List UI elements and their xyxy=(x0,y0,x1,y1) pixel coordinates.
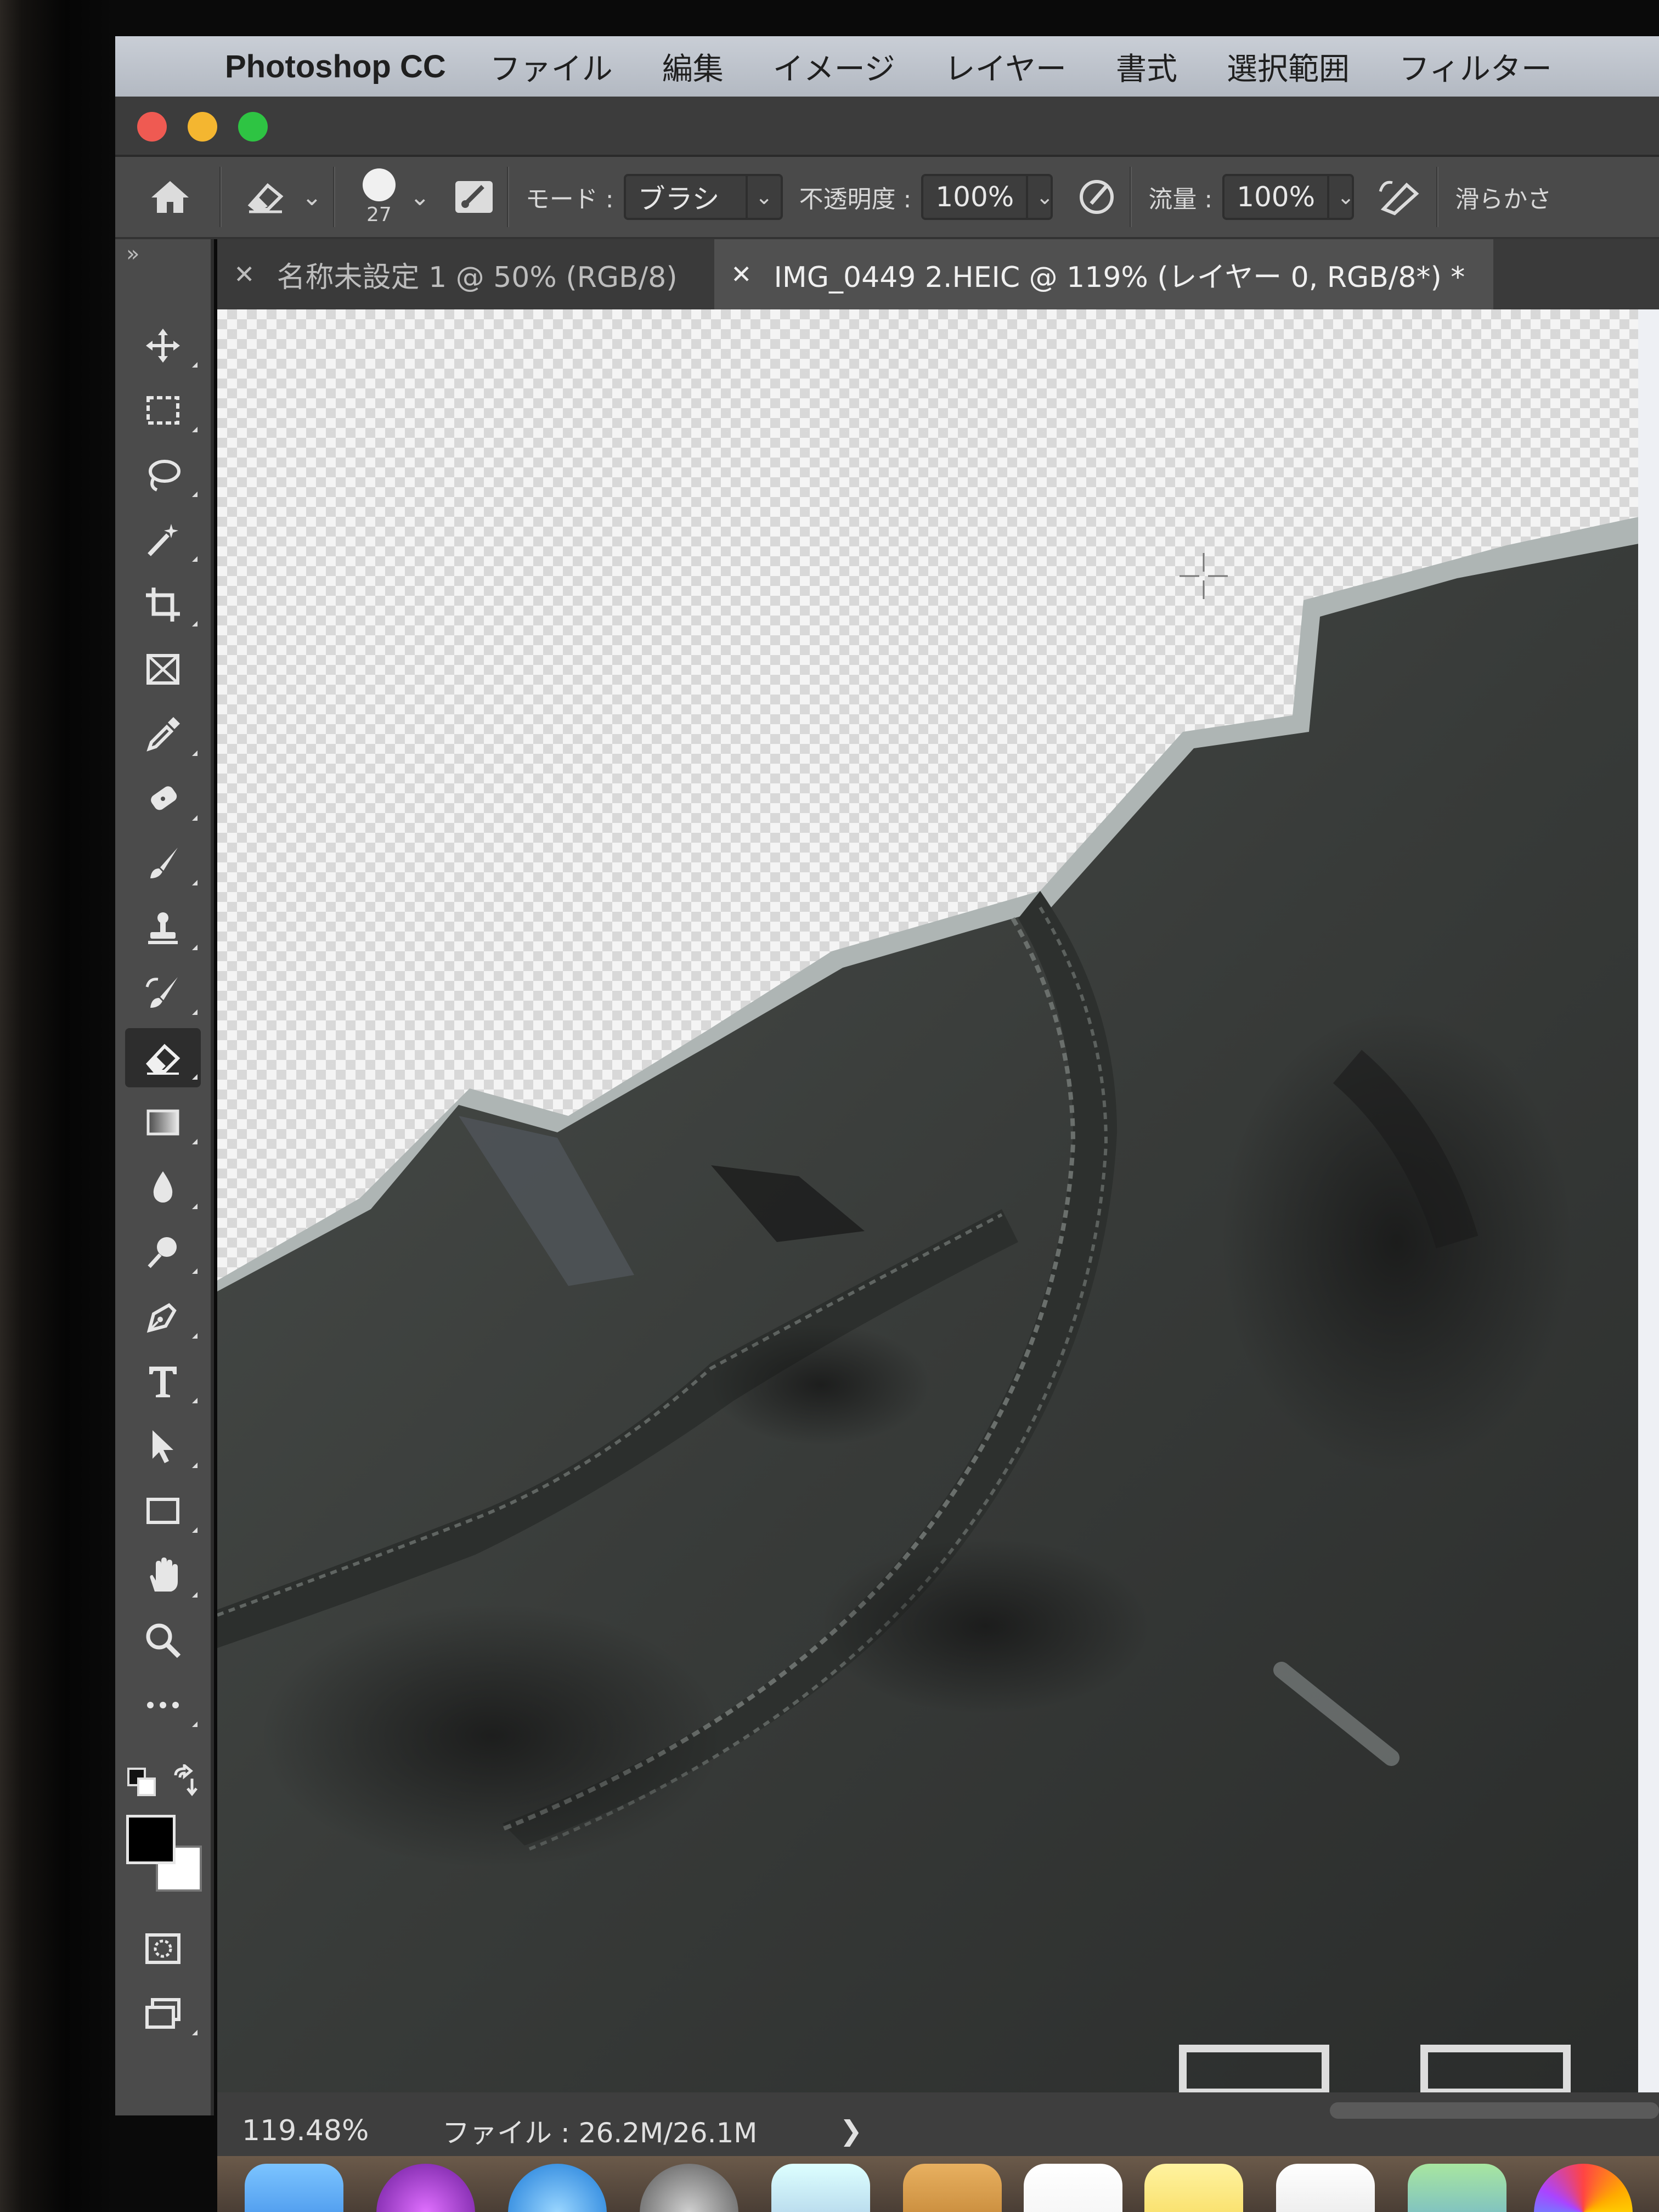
type-tool-icon[interactable] xyxy=(125,1352,201,1411)
zoom-tool-icon[interactable] xyxy=(125,1611,201,1670)
zoom-level[interactable]: 119.48% xyxy=(242,2114,428,2147)
menu-file[interactable]: ファイル xyxy=(490,44,613,89)
horizontal-scrollbar[interactable] xyxy=(1330,2102,1659,2119)
window-minimize-button[interactable] xyxy=(188,112,217,142)
reminders-icon[interactable] xyxy=(1276,2164,1375,2212)
notes-icon[interactable] xyxy=(1144,2164,1243,2212)
panel-collapse-icon[interactable]: » xyxy=(126,241,139,267)
eraser-preset-icon[interactable] xyxy=(244,178,287,216)
default-colors-icon[interactable] xyxy=(126,1767,159,1799)
hand-tool-icon[interactable] xyxy=(125,1546,201,1605)
launchpad-icon[interactable] xyxy=(640,2164,738,2212)
opacity-field[interactable]: 100% ⌄ xyxy=(921,174,1053,220)
app-name-menu[interactable]: Photoshop CC xyxy=(225,48,446,85)
brush-tool-icon[interactable] xyxy=(125,834,201,893)
menu-type[interactable]: 書式 xyxy=(1116,44,1177,89)
file-size-info: ファイル : 26.2M/26.1M xyxy=(442,2117,758,2149)
screen: Photoshop CC ファイル 編集 イメージ レイヤー 書式 選択範囲 フ… xyxy=(0,0,1659,2212)
flow-field[interactable]: 100% ⌄ xyxy=(1222,174,1355,220)
move-tool-icon[interactable] xyxy=(125,316,201,375)
clone-stamp-tool-icon[interactable] xyxy=(125,899,201,958)
siri-icon[interactable] xyxy=(376,2164,475,2212)
mode-label: モード : xyxy=(525,185,614,213)
calendar-icon[interactable] xyxy=(1024,2164,1122,2212)
crop-tool-icon[interactable] xyxy=(125,575,201,634)
quick-mask-icon[interactable] xyxy=(125,1919,201,1978)
menu-select[interactable]: 選択範囲 xyxy=(1227,44,1350,89)
path-selection-tool-icon[interactable] xyxy=(125,1417,201,1476)
marquee-tool-icon[interactable] xyxy=(125,381,201,440)
options-bar: ⌄ 27 ⌄ モード : ブラシ ⌄ 不透明度 : 100% ⌄ 流量 : 10… xyxy=(115,157,1659,239)
eraser-tool-icon[interactable] xyxy=(125,1028,201,1087)
flow-label: 流量 : xyxy=(1148,185,1213,213)
menu-layer[interactable]: レイヤー xyxy=(945,44,1066,89)
pen-tool-icon[interactable] xyxy=(125,1287,201,1346)
pressure-opacity-icon[interactable] xyxy=(1075,175,1119,219)
window-maximize-button[interactable] xyxy=(238,112,268,142)
menu-filter[interactable]: フィルター xyxy=(1399,44,1552,89)
brush-size-picker[interactable]: 27 xyxy=(362,168,396,226)
airbrush-icon[interactable] xyxy=(1376,175,1425,219)
options-separator xyxy=(1130,167,1132,227)
canvas-image xyxy=(217,309,1659,2092)
chevron-down-icon[interactable]: ⌄ xyxy=(410,183,430,211)
frame-tool-icon[interactable] xyxy=(125,640,201,699)
chevron-down-icon[interactable]: ⌄ xyxy=(302,183,322,211)
brush-dot-icon xyxy=(362,168,396,201)
chevron-down-icon: ⌄ xyxy=(745,176,781,218)
chevron-down-icon[interactable]: ⌄ xyxy=(1327,176,1362,218)
close-icon[interactable]: ✕ xyxy=(731,259,752,289)
rectangle-tool-icon[interactable] xyxy=(125,1481,201,1541)
options-separator xyxy=(219,167,222,227)
chevron-down-icon[interactable]: ⌄ xyxy=(1026,176,1061,218)
opacity-value: 100% xyxy=(935,181,1014,213)
tab-img-0449[interactable]: ✕ IMG_0449 2.HEIC @ 119% (レイヤー 0, RGB/8*… xyxy=(714,239,1493,309)
eyedropper-tool-icon[interactable] xyxy=(125,704,201,764)
contacts-icon[interactable] xyxy=(903,2164,1002,2212)
healing-brush-tool-icon[interactable] xyxy=(125,769,201,828)
lasso-tool-icon[interactable] xyxy=(125,445,201,505)
gradient-tool-icon[interactable] xyxy=(125,1093,201,1152)
document-canvas[interactable] xyxy=(217,309,1659,2092)
tool-panel: » xyxy=(115,239,214,2115)
tab-label: IMG_0449 2.HEIC @ 119% (レイヤー 0, RGB/8*) … xyxy=(774,261,1465,294)
window-title-bar xyxy=(115,97,1659,157)
crosshair-cursor-icon xyxy=(1180,553,1228,599)
history-brush-tool-icon[interactable] xyxy=(125,963,201,1023)
window-close-button[interactable] xyxy=(137,112,167,142)
dodge-tool-icon[interactable] xyxy=(125,1222,201,1282)
options-separator xyxy=(332,167,335,227)
smoothing-label: 滑らかさ xyxy=(1455,185,1552,213)
menu-edit[interactable]: 編集 xyxy=(662,44,724,89)
swap-colors-icon[interactable] xyxy=(170,1764,203,1797)
photos-icon[interactable] xyxy=(1534,2164,1633,2212)
brush-size-value: 27 xyxy=(366,203,392,226)
safari-icon[interactable] xyxy=(508,2164,607,2212)
tab-untitled-document[interactable]: ✕ 名称未設定 1 @ 50% (RGB/8) xyxy=(217,239,711,309)
document-tab-bar: ✕ 名称未設定 1 @ 50% (RGB/8) ✕ IMG_0449 2.HEI… xyxy=(217,239,1659,309)
menu-bar: Photoshop CC ファイル 編集 イメージ レイヤー 書式 選択範囲 フ… xyxy=(115,36,1659,97)
maps-icon[interactable] xyxy=(1408,2164,1506,2212)
blur-tool-icon[interactable] xyxy=(125,1158,201,1217)
opacity-label: 不透明度 : xyxy=(799,185,912,213)
magic-wand-tool-icon[interactable] xyxy=(125,510,201,569)
mail-icon[interactable] xyxy=(771,2164,870,2212)
menu-image[interactable]: イメージ xyxy=(773,44,895,89)
finder-icon[interactable] xyxy=(245,2164,343,2212)
options-separator xyxy=(1436,167,1439,227)
options-separator xyxy=(506,167,509,227)
brush-settings-panel-icon[interactable] xyxy=(452,178,496,216)
status-menu-arrow-icon[interactable]: ❯ xyxy=(839,2115,862,2147)
flow-value: 100% xyxy=(1237,181,1316,213)
close-icon[interactable]: ✕ xyxy=(234,259,255,289)
tab-label: 名称未設定 1 @ 50% (RGB/8) xyxy=(276,261,678,294)
screen-mode-icon[interactable] xyxy=(125,1984,201,2043)
home-icon[interactable] xyxy=(148,178,192,216)
mode-value: ブラシ xyxy=(637,183,720,215)
dock xyxy=(217,2156,1659,2212)
mode-dropdown[interactable]: ブラシ ⌄ xyxy=(623,174,783,220)
more-tools-icon[interactable] xyxy=(125,1675,201,1735)
foreground-color-swatch[interactable] xyxy=(126,1815,176,1864)
